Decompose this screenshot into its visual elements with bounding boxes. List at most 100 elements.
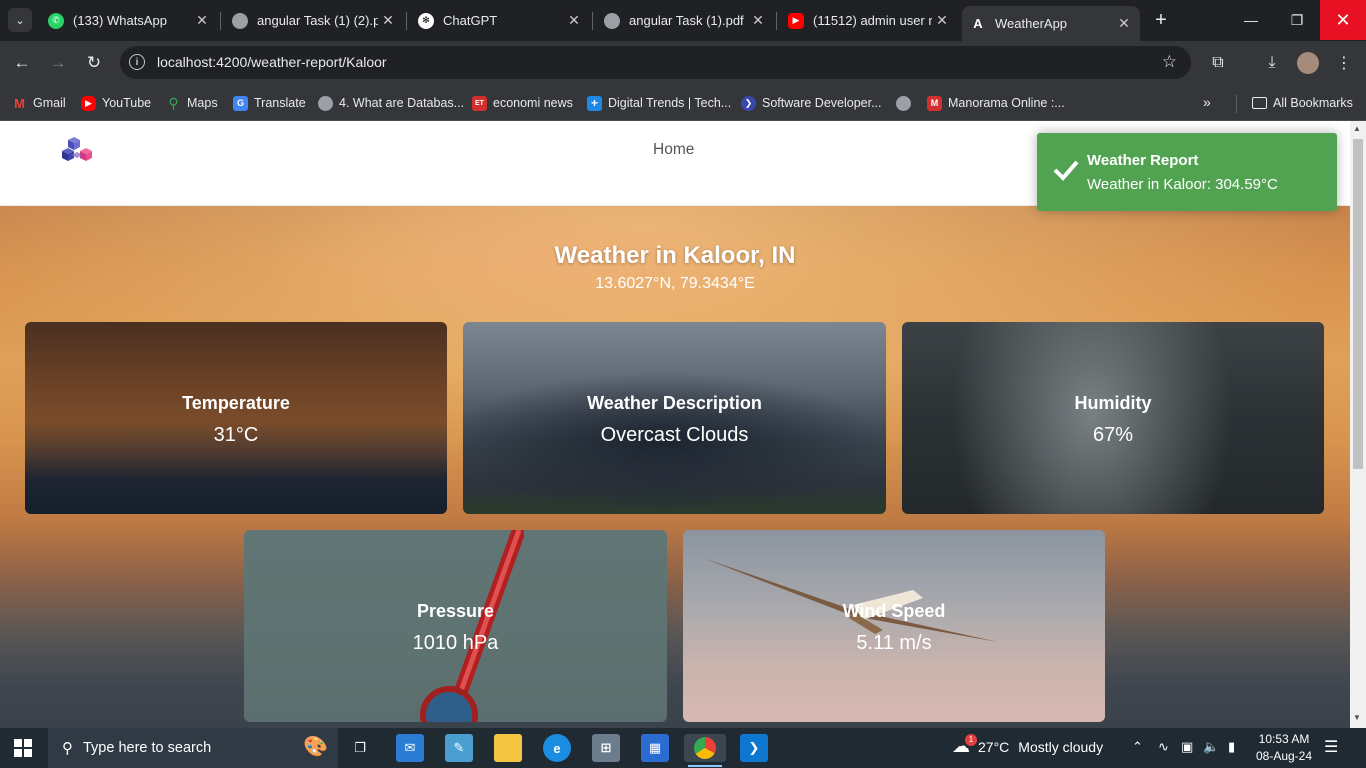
toast-notification[interactable]: Weather Report Weather in Kaloor: 304.59…	[1037, 133, 1337, 211]
scrollbar-thumb[interactable]	[1353, 139, 1363, 469]
close-icon[interactable]: ✕	[378, 12, 398, 29]
calendar-icon[interactable]: ▦	[641, 734, 669, 762]
toast-title: Weather Report	[1087, 152, 1199, 169]
browser-tab-strip: ⌄ ✆ (133) WhatsApp ✕ angular Task (1) (2…	[0, 0, 1366, 41]
bookmark-digital-trends[interactable]: + Digital Trends | Tech...	[587, 93, 731, 113]
address-bar[interactable]: i localhost:4200/weather-report/Kaloor ☆	[120, 46, 1191, 79]
url-text[interactable]: localhost:4200/weather-report/Kaloor	[157, 54, 387, 70]
close-icon[interactable]: ✕	[192, 12, 212, 29]
calculator-icon[interactable]: ⊞	[592, 734, 620, 762]
youtube-icon: ▶	[81, 95, 96, 111]
page-scrollbar[interactable]: ▲ ▼	[1350, 121, 1366, 728]
tab-youtube[interactable]: ▶ (11512) admin user role ✕	[780, 6, 958, 35]
translate-icon: G	[233, 95, 248, 111]
tab-label: angular Task (1) (2).pdf	[257, 13, 378, 28]
chevron-up-icon[interactable]: ⌃	[1132, 739, 1143, 755]
close-icon[interactable]: ✕	[748, 12, 768, 29]
card-title: Humidity	[1074, 393, 1152, 413]
menu-kebab-icon[interactable]: ⋮	[1332, 51, 1356, 75]
notification-badge: 1	[965, 734, 977, 746]
meet-icon[interactable]: ▣	[1181, 739, 1193, 755]
system-clock[interactable]: 10:53 AM 08-Aug-24	[1244, 731, 1324, 765]
bookmark-maps[interactable]: ⚲ Maps	[166, 93, 217, 113]
tab-label: (133) WhatsApp	[73, 13, 167, 28]
software-dev-icon: ❯	[741, 95, 756, 111]
scroll-down-icon[interactable]: ▼	[1353, 713, 1361, 722]
bookmark-software-developer[interactable]: ❯ Software Developer...	[741, 93, 882, 113]
taskbar-search[interactable]: ⚲ Type here to search 🎨	[48, 728, 338, 768]
close-icon[interactable]: ✕	[1114, 15, 1134, 32]
bookmark-label: Manorama Online :...	[948, 96, 1065, 110]
bookmark-label: Software Developer...	[762, 96, 882, 110]
bookmark-economi-news[interactable]: ET economi news	[472, 93, 573, 113]
tab-search-chevron-down-icon[interactable]: ⌄	[8, 8, 32, 32]
weather-temp: 27°C	[978, 738, 1010, 755]
thermometer-icon	[420, 530, 524, 722]
tab-chatgpt[interactable]: ✻ ChatGPT ✕	[410, 6, 590, 35]
bookmark-translate[interactable]: G Translate	[233, 93, 306, 113]
reload-icon[interactable]: ↻	[82, 51, 106, 75]
site-info-icon[interactable]: i	[129, 54, 145, 70]
tab-whatsapp[interactable]: ✆ (133) WhatsApp ✕	[40, 6, 218, 35]
edge-icon[interactable]: e	[543, 734, 571, 762]
all-bookmarks[interactable]: All Bookmarks	[1252, 93, 1353, 113]
extensions-puzzle-icon[interactable]: ⧉	[1206, 51, 1230, 75]
card-title: Wind Speed	[842, 601, 946, 621]
pressure-card: Pressure 1010 hPa	[244, 530, 667, 722]
close-icon[interactable]: ✕	[564, 12, 584, 29]
bookmark-gmail[interactable]: M Gmail	[12, 93, 66, 113]
scroll-up-icon[interactable]: ▲	[1353, 124, 1361, 133]
bookmark-label: economi news	[493, 96, 573, 110]
tab-angular-task-1[interactable]: angular Task (1).pdf ✕	[596, 6, 774, 35]
bookmark-star-icon[interactable]: ☆	[1162, 52, 1177, 72]
card-value: Overcast Clouds	[600, 424, 749, 446]
bookmarks-overflow-icon[interactable]: »	[1203, 94, 1211, 110]
angular-icon: A	[973, 16, 983, 31]
weather-hero: Weather in Kaloor, IN 13.6027°N, 79.3434…	[0, 206, 1350, 728]
tab-label: (11512) admin user role	[813, 13, 932, 28]
bookmark-globe[interactable]	[896, 93, 917, 113]
nav-home-link[interactable]: Home	[653, 141, 694, 159]
file-explorer-icon[interactable]	[494, 734, 522, 762]
forward-arrow-icon[interactable]: →	[46, 51, 70, 75]
card-title: Temperature	[182, 393, 290, 413]
chrome-icon[interactable]	[684, 734, 726, 762]
tab-weatherapp[interactable]: A WeatherApp ✕	[962, 6, 1140, 41]
close-icon[interactable]: ✕	[932, 12, 952, 29]
bookmark-manorama[interactable]: M Manorama Online :...	[927, 93, 1065, 113]
tab-label: WeatherApp	[995, 16, 1068, 31]
battery-icon[interactable]: ▮	[1228, 739, 1235, 755]
notes-app-icon[interactable]: ✎	[445, 734, 473, 762]
card-title: Weather Description	[587, 393, 762, 413]
task-view-icon[interactable]: ❐	[346, 734, 374, 762]
browser-toolbar: ← → ↻ i localhost:4200/weather-report/Ka…	[0, 41, 1366, 85]
tab-label: angular Task (1).pdf	[629, 13, 744, 28]
restore-icon[interactable]: ❐	[1274, 0, 1320, 40]
tab-angular-task-2[interactable]: angular Task (1) (2).pdf ✕	[224, 6, 404, 35]
minimize-icon[interactable]: —	[1228, 0, 1274, 40]
volume-icon[interactable]: 🔈	[1203, 739, 1219, 755]
app-logo-icon[interactable]	[62, 135, 98, 165]
bookmarks-separator	[1236, 95, 1237, 113]
download-icon[interactable]: ⤓	[1260, 51, 1284, 75]
tab-separator	[592, 12, 593, 30]
digital-trends-icon: +	[587, 95, 602, 111]
back-arrow-icon[interactable]: ←	[10, 51, 34, 75]
new-tab-button[interactable]: +	[1151, 9, 1171, 32]
tab-separator	[776, 12, 777, 30]
bookmark-databases[interactable]: 4. What are Databas...	[318, 93, 464, 113]
notifications-icon[interactable]: ☰	[1324, 737, 1338, 757]
manorama-icon: M	[927, 95, 942, 111]
globe-icon	[604, 12, 620, 29]
wifi-icon[interactable]: ∿	[1158, 739, 1169, 755]
window-close-icon[interactable]: ✕	[1320, 0, 1366, 40]
globe-icon	[318, 95, 333, 111]
mail-icon[interactable]: ✉	[396, 734, 424, 762]
vscode-icon[interactable]: ❯	[740, 734, 768, 762]
profile-avatar[interactable]	[1296, 51, 1320, 75]
bookmark-label: Digital Trends | Tech...	[608, 96, 732, 110]
active-app-indicator	[688, 765, 722, 767]
gmail-icon: M	[14, 95, 25, 111]
windows-start-icon[interactable]	[14, 739, 32, 757]
bookmark-youtube[interactable]: ▶ YouTube	[81, 93, 151, 113]
